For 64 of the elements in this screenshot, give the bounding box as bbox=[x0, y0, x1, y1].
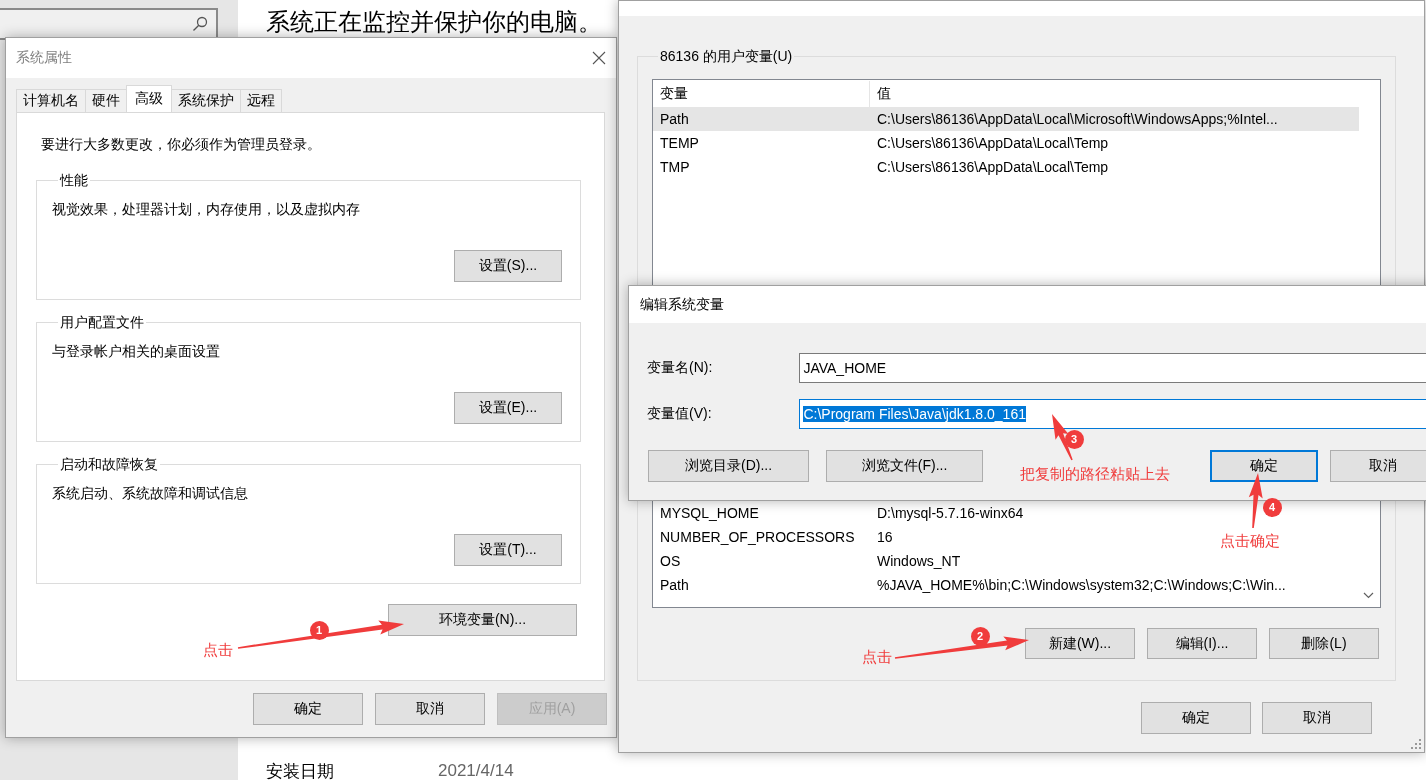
list-action-button[interactable]: 编辑(I)... bbox=[1147, 628, 1257, 659]
group-description: 视觉效果，处理器计划，内存使用，以及虚拟内存 bbox=[52, 200, 361, 219]
variable-value: Windows_NT bbox=[876, 553, 961, 569]
variable-value: C:\Users\86136\AppData\Local\Microsoft\WindowsApps;%Intel... bbox=[876, 111, 1278, 127]
dialog-button[interactable]: 确定 bbox=[1210, 450, 1318, 482]
variable-name: TEMP bbox=[659, 135, 700, 151]
environment-variables-button[interactable]: 环境变量(N)... bbox=[388, 604, 577, 636]
annotation-text: 点击确定 bbox=[1220, 532, 1280, 551]
variable-name[interactable]: MYSQL_HOME bbox=[653, 505, 870, 521]
annotation-text: 点击 bbox=[203, 641, 233, 660]
dialog-button[interactable]: 浏览目录(D)... bbox=[648, 450, 810, 482]
tab[interactable]: 计算机名 bbox=[16, 89, 86, 112]
variable-value: D:\mysql-5.7.16-winx64 bbox=[876, 505, 1024, 521]
variable-row[interactable]: Path C:\Users\86136\AppData\Local\Microsoft\WindowsApps;%Intel... bbox=[653, 107, 1359, 131]
dialog-button[interactable]: 确定 bbox=[253, 693, 363, 725]
variable-name: Path bbox=[659, 111, 690, 127]
variable-name[interactable]: OS bbox=[653, 553, 870, 569]
variable-value: %JAVA_HOME%\bin;C:\Windows\system32;C:\Windows;C:\Win... bbox=[876, 577, 1286, 593]
variable-value: 16 bbox=[876, 529, 893, 545]
input-field[interactable]: JAVA_HOME bbox=[799, 353, 1426, 383]
chevron-down-icon[interactable] bbox=[1363, 592, 1374, 599]
input-field[interactable]: C:\Program Files\Java\jdk1.8.0_161 bbox=[799, 399, 1426, 429]
tab[interactable]: 高级 bbox=[126, 85, 172, 112]
list-action-button[interactable]: 新建(W)... bbox=[1025, 628, 1135, 659]
annotation-text: 把复制的路径粘贴上去 bbox=[1020, 465, 1170, 484]
variable-value: C:\Users\86136\AppData\Local\Temp bbox=[876, 135, 1109, 151]
group-title: 性能 bbox=[58, 171, 89, 190]
group-title: 启动和故障恢复 bbox=[59, 455, 159, 474]
group-title: 用户配置文件 bbox=[59, 313, 145, 332]
arrow bbox=[1248, 473, 1263, 529]
dialog-button[interactable]: 确定 bbox=[1141, 702, 1251, 734]
settings-button[interactable]: 设置(T)... bbox=[454, 534, 562, 566]
dialog-button[interactable]: 取消 bbox=[1262, 702, 1372, 734]
group-description: 系统启动、系统故障和调试信息 bbox=[52, 484, 249, 503]
group-description: 与登录帐户相关的桌面设置 bbox=[52, 342, 221, 361]
variable-name: TMP bbox=[659, 159, 691, 175]
dialog-button[interactable]: 浏览文件(F)... bbox=[826, 450, 984, 482]
field-label: 变量名(N): bbox=[647, 359, 714, 377]
variable-name[interactable]: NUMBER_OF_PROCESSORS bbox=[653, 529, 870, 545]
resize-grip-icon[interactable] bbox=[1411, 739, 1421, 749]
page-heading: 系统正在监控并保护你的电脑。 bbox=[266, 7, 602, 37]
dialog-button[interactable]: 取消 bbox=[375, 693, 485, 725]
tab[interactable]: 远程 bbox=[240, 89, 282, 112]
list-action-button[interactable]: 删除(L) bbox=[1269, 628, 1379, 659]
variable-row[interactable]: TEMP C:\Users\86136\AppData\Local\Temp bbox=[653, 131, 1359, 155]
column-header[interactable]: 值 bbox=[870, 81, 891, 107]
info-value: 2021/4/14 bbox=[438, 761, 514, 780]
info-label: 安装日期 bbox=[266, 760, 335, 780]
admin-notice: 要进行大多数更改，你必须作为管理员登录。 bbox=[40, 135, 322, 154]
field-label: 变量值(V): bbox=[647, 405, 713, 423]
group-title: 86136 的用户变量(U) bbox=[659, 47, 794, 66]
arrow bbox=[1052, 414, 1073, 461]
settings-button[interactable]: 设置(S)... bbox=[454, 250, 562, 282]
annotation-text: 点击 bbox=[862, 648, 892, 667]
variable-name[interactable]: Path bbox=[653, 577, 870, 593]
settings-button[interactable]: 设置(E)... bbox=[454, 392, 562, 424]
dialog-button[interactable]: 取消 bbox=[1329, 450, 1426, 482]
window-title: 系统属性 bbox=[16, 49, 72, 67]
variable-value: C:\Users\86136\AppData\Local\Temp bbox=[876, 159, 1109, 175]
close-icon[interactable] bbox=[592, 51, 606, 65]
search-field[interactable] bbox=[0, 8, 218, 40]
search-icon bbox=[192, 16, 208, 32]
window-title: 编辑系统变量 bbox=[640, 295, 724, 314]
variable-row[interactable]: TMP C:\Users\86136\AppData\Local\Temp bbox=[653, 155, 1359, 179]
